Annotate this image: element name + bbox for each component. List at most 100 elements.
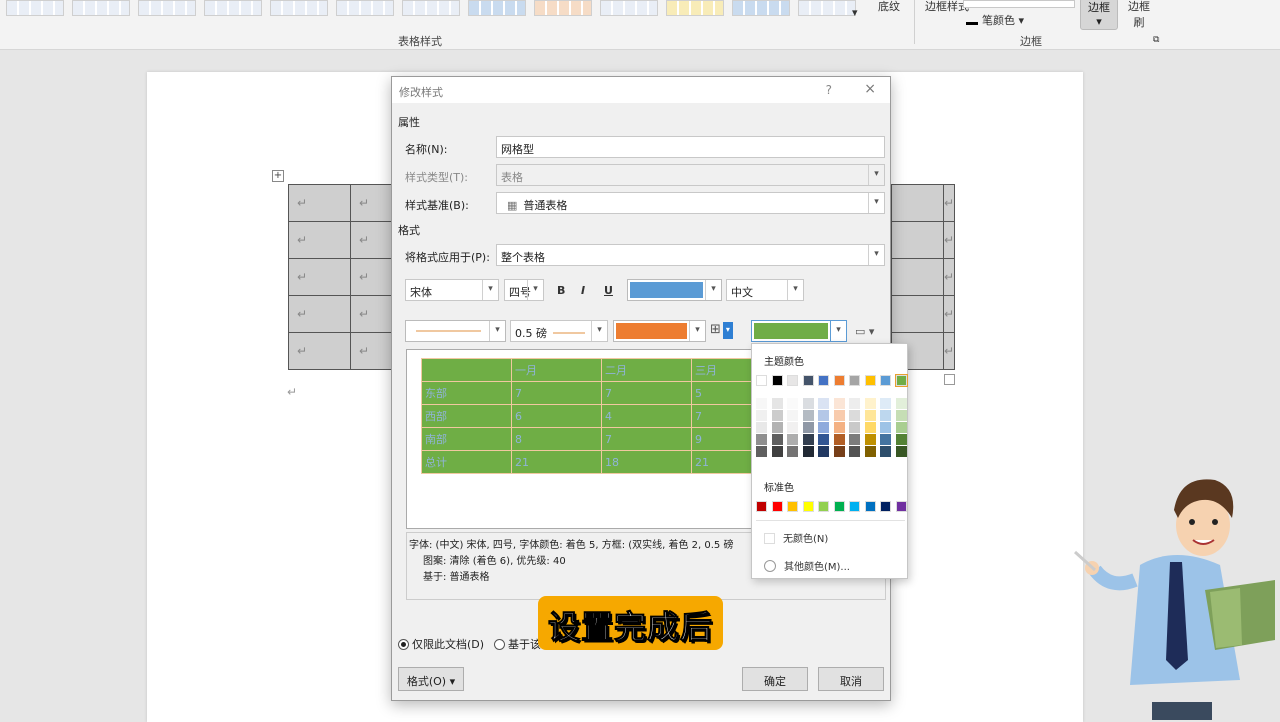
table-style-thumb[interactable] (600, 0, 658, 16)
standard-color-swatch[interactable] (771, 501, 783, 512)
table-style-thumb[interactable] (72, 0, 130, 16)
theme-shade-swatch[interactable] (818, 410, 829, 421)
table-style-thumb[interactable] (204, 0, 262, 16)
theme-color-swatch[interactable] (880, 375, 891, 386)
theme-shade-swatch[interactable] (787, 434, 798, 445)
theme-shade-swatch[interactable] (895, 446, 907, 457)
theme-shade-swatch[interactable] (818, 434, 829, 445)
shading-button[interactable]: 底纹 (878, 0, 900, 14)
theme-shade-swatch[interactable] (864, 446, 876, 457)
name-input[interactable]: 网格型 (496, 136, 885, 158)
theme-shade-swatch[interactable] (833, 398, 845, 409)
theme-shade-swatch[interactable] (771, 422, 783, 433)
theme-shade-swatch[interactable] (849, 398, 860, 409)
theme-shade-swatch[interactable] (895, 422, 907, 433)
theme-shade-swatch[interactable] (833, 434, 845, 445)
standard-color-swatch[interactable] (895, 501, 907, 512)
border-line-style-select[interactable]: ▾ (405, 320, 506, 342)
radio-new-documents[interactable]: 基于该 (494, 636, 541, 652)
table-style-thumb[interactable] (6, 0, 64, 16)
theme-shade-swatch[interactable] (833, 422, 845, 433)
more-colors-option[interactable]: 其他颜色(M)... (764, 558, 850, 573)
theme-shade-swatch[interactable] (802, 410, 814, 421)
theme-shade-swatch[interactable] (802, 446, 814, 457)
theme-shade-swatch[interactable] (880, 410, 891, 421)
theme-shade-swatch[interactable] (895, 410, 907, 421)
border-painter-button[interactable]: 边框刷 (1128, 0, 1150, 30)
theme-shade-swatch[interactable] (880, 398, 891, 409)
ok-button[interactable]: 确定 (742, 667, 808, 691)
theme-color-swatch[interactable] (756, 375, 767, 386)
theme-shade-swatch[interactable] (787, 446, 798, 457)
theme-shade-swatch[interactable] (818, 422, 829, 433)
table-style-thumb[interactable] (732, 0, 790, 16)
theme-shade-swatch[interactable] (771, 410, 783, 421)
table-style-thumb[interactable] (402, 0, 460, 16)
script-select[interactable]: 中文 ▾ (726, 279, 804, 301)
bold-button[interactable]: B (557, 284, 565, 297)
theme-shade-swatch[interactable] (802, 398, 814, 409)
table-style-thumb[interactable] (138, 0, 196, 16)
borders-select[interactable]: ⊞ ▾ (710, 322, 744, 341)
theme-shade-swatch[interactable] (756, 410, 767, 421)
theme-shade-swatch[interactable] (849, 410, 860, 421)
theme-shade-swatch[interactable] (756, 422, 767, 433)
theme-shade-swatch[interactable] (864, 398, 876, 409)
theme-shade-swatch[interactable] (880, 422, 891, 433)
table-style-thumb[interactable] (798, 0, 856, 16)
table-style-thumb[interactable] (336, 0, 394, 16)
standard-color-swatch[interactable] (849, 501, 860, 512)
table-move-handle-icon[interactable]: + (272, 170, 284, 182)
border-color-select[interactable]: ▾ (613, 320, 706, 342)
no-color-option[interactable]: 无颜色(N) (764, 530, 828, 545)
based-on-select[interactable]: ▦ 普通表格 ▾ (496, 192, 885, 214)
theme-color-swatch[interactable] (833, 375, 845, 386)
shading-color-select[interactable]: ▾ (751, 320, 847, 342)
pen-weight-select[interactable] (963, 0, 1075, 8)
theme-shade-swatch[interactable] (802, 422, 814, 433)
theme-shade-swatch[interactable] (833, 410, 845, 421)
theme-color-swatch[interactable] (818, 375, 829, 386)
standard-color-swatch[interactable] (880, 501, 891, 512)
theme-shade-swatch[interactable] (849, 446, 860, 457)
theme-color-swatch[interactable] (787, 375, 798, 386)
theme-shade-swatch[interactable] (895, 398, 907, 409)
theme-shade-swatch[interactable] (771, 434, 783, 445)
theme-shade-swatch[interactable] (756, 434, 767, 445)
theme-shade-swatch[interactable] (880, 446, 891, 457)
standard-color-swatch[interactable] (864, 501, 876, 512)
underline-button[interactable]: U (604, 284, 613, 297)
dialog-launcher-icon[interactable]: ⧉ (1153, 35, 1159, 45)
standard-color-swatch[interactable] (756, 501, 767, 512)
font-size-select[interactable]: 四号 ▾ (504, 279, 544, 301)
theme-shade-swatch[interactable] (818, 446, 829, 457)
pen-color-button[interactable]: 笔颜色 ▾ (966, 12, 1024, 28)
theme-shade-swatch[interactable] (787, 398, 798, 409)
table-style-gallery[interactable] (0, 0, 856, 18)
theme-shade-swatch[interactable] (756, 446, 767, 457)
theme-color-swatch[interactable] (849, 375, 860, 386)
gallery-scroll-button[interactable]: ▾ (852, 6, 858, 19)
borders-button[interactable]: 边框 ▾ (1080, 0, 1118, 30)
standard-color-swatch[interactable] (787, 501, 798, 512)
theme-shade-swatch[interactable] (833, 446, 845, 457)
theme-shade-swatch[interactable] (818, 398, 829, 409)
conditional-format-icon[interactable]: ▭ ▾ (855, 325, 874, 338)
italic-button[interactable]: I (581, 284, 585, 297)
table-resize-handle-icon[interactable] (944, 374, 955, 385)
theme-shade-swatch[interactable] (771, 398, 783, 409)
radio-this-document[interactable]: 仅限此文档(D) (398, 636, 484, 652)
theme-shade-swatch[interactable] (849, 434, 860, 445)
theme-color-swatch[interactable] (864, 375, 876, 386)
theme-shade-swatch[interactable] (787, 422, 798, 433)
standard-color-swatch[interactable] (818, 501, 829, 512)
theme-shade-swatch[interactable] (771, 446, 783, 457)
standard-color-swatch[interactable] (802, 501, 814, 512)
apply-to-select[interactable]: 整个表格 ▾ (496, 244, 885, 266)
cancel-button[interactable]: 取消 (818, 667, 884, 691)
help-icon[interactable]: ? (826, 83, 832, 97)
theme-shade-swatch[interactable] (756, 398, 767, 409)
theme-shade-swatch[interactable] (864, 410, 876, 421)
font-color-select[interactable]: ▾ (627, 279, 722, 301)
standard-color-swatch[interactable] (833, 501, 845, 512)
